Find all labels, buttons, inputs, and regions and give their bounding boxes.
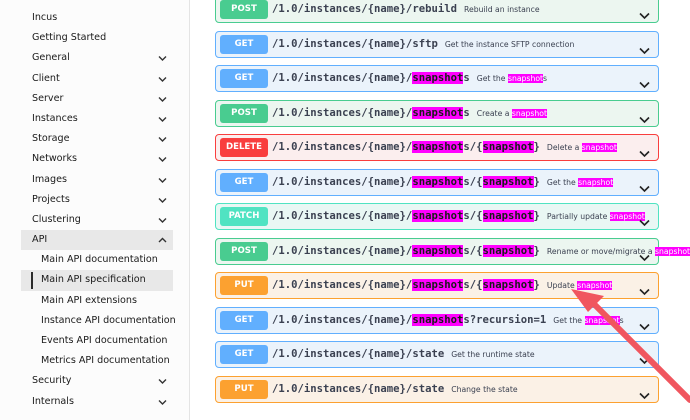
annotation-arrow bbox=[571, 289, 690, 403]
